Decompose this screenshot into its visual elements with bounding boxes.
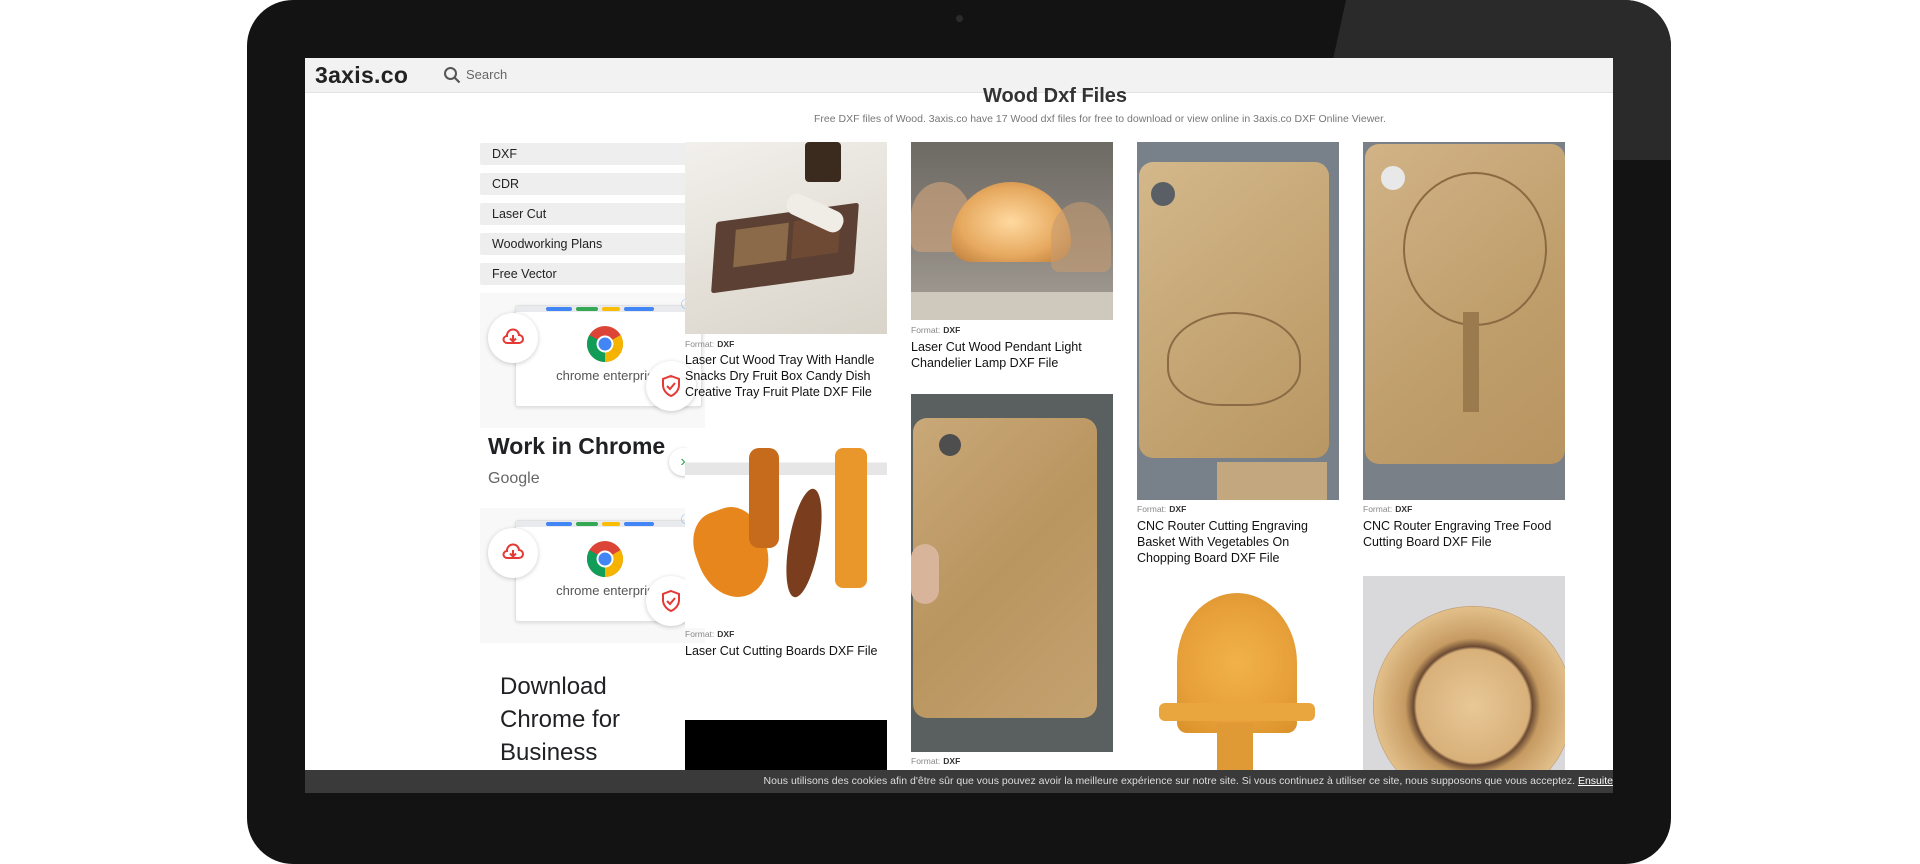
item-card[interactable]: Format: DXF Laser Cut Wood Pendant Light …: [911, 142, 1113, 382]
item-title[interactable]: CNC Router Engraving Tree Food Cutting B…: [1363, 518, 1565, 550]
search-icon: [444, 67, 461, 84]
item-card[interactable]: Format: DXF: [911, 394, 1113, 774]
chrome-logo-icon: [586, 541, 624, 577]
category-list: DXF CDR Laser Cut Woodworking Plans Free…: [480, 143, 705, 293]
tablet-frame: 3axis.co Search Wood Dxf Files Free DXF …: [247, 0, 1671, 864]
ad-banner: chrome enterprise: [480, 293, 705, 428]
item-thumbnail[interactable]: [1363, 142, 1565, 500]
item-thumbnail[interactable]: [1137, 583, 1339, 773]
chrome-logo-icon: [586, 326, 624, 362]
ad-headline: Work in Chrome: [488, 433, 666, 459]
item-format: Format: DXF: [911, 325, 961, 335]
item-card[interactable]: Format: DXF CNC Router Cutting Engraving …: [1137, 142, 1339, 572]
item-title[interactable]: Laser Cut Wood Tray With Handle Snacks D…: [685, 352, 887, 400]
category-dxf[interactable]: DXF: [480, 143, 705, 165]
category-free-vector[interactable]: Free Vector: [480, 263, 705, 285]
ad-advertiser: Google: [488, 470, 540, 487]
download-cloud-icon: [488, 313, 538, 363]
category-woodworking-plans[interactable]: Woodworking Plans: [480, 233, 705, 255]
category-laser-cut[interactable]: Laser Cut: [480, 203, 705, 225]
item-thumbnail[interactable]: [685, 142, 887, 334]
item-thumbnail[interactable]: [1363, 576, 1565, 776]
cookie-message: Nous utilisons des cookies afin d'être s…: [763, 775, 1576, 787]
item-card[interactable]: [1137, 583, 1339, 773]
cookie-banner: Nous utilisons des cookies afin d'être s…: [305, 770, 1613, 793]
item-title[interactable]: Laser Cut Wood Pendant Light Chandelier …: [911, 339, 1113, 371]
ad-headline: Download Chrome for Business: [500, 673, 621, 766]
browser-screen: 3axis.co Search Wood Dxf Files Free DXF …: [305, 58, 1613, 793]
item-card[interactable]: [1363, 576, 1565, 776]
item-format: Format: DXF: [685, 339, 735, 349]
ad-work-in-chrome[interactable]: chrome enterprise ⓘ ✕ Work in Chrome Goo…: [480, 293, 705, 503]
item-thumbnail[interactable]: [911, 142, 1113, 320]
item-thumbnail[interactable]: [911, 394, 1113, 752]
item-format: Format: DXF: [685, 629, 735, 639]
cookie-accept-link[interactable]: Ensuite: [1578, 775, 1613, 787]
item-thumbnail[interactable]: [1137, 142, 1339, 500]
download-cloud-icon: [488, 528, 538, 578]
camera: [956, 15, 963, 22]
item-format: Format: DXF: [1363, 504, 1413, 514]
ad-download-chrome[interactable]: chrome enterprise ⓘ ✕ Download Chrome fo…: [480, 508, 705, 793]
item-format: Format: DXF: [911, 756, 961, 766]
page-title: Wood Dxf Files: [982, 85, 1128, 107]
category-cdr[interactable]: CDR: [480, 173, 705, 195]
item-card[interactable]: Format: DXF CNC Router Engraving Tree Foo…: [1363, 142, 1565, 572]
item-format: Format: DXF: [1137, 504, 1187, 514]
item-title[interactable]: Laser Cut Cutting Boards DXF File: [685, 643, 887, 659]
search-placeholder: Search: [466, 67, 508, 82]
item-title[interactable]: CNC Router Cutting Engraving Basket With…: [1137, 518, 1339, 566]
item-card[interactable]: Format: DXF Laser Cut Cutting Boards DXF …: [685, 448, 887, 688]
ad-banner: chrome enterprise: [480, 508, 705, 643]
item-thumbnail[interactable]: [685, 448, 887, 628]
page-subtitle: Free DXF files of Wood. 3axis.co have 17…: [814, 113, 1386, 125]
site-logo[interactable]: 3axis.co: [315, 62, 408, 89]
item-card[interactable]: Format: DXF Laser Cut Wood Tray With Hand…: [685, 142, 887, 399]
